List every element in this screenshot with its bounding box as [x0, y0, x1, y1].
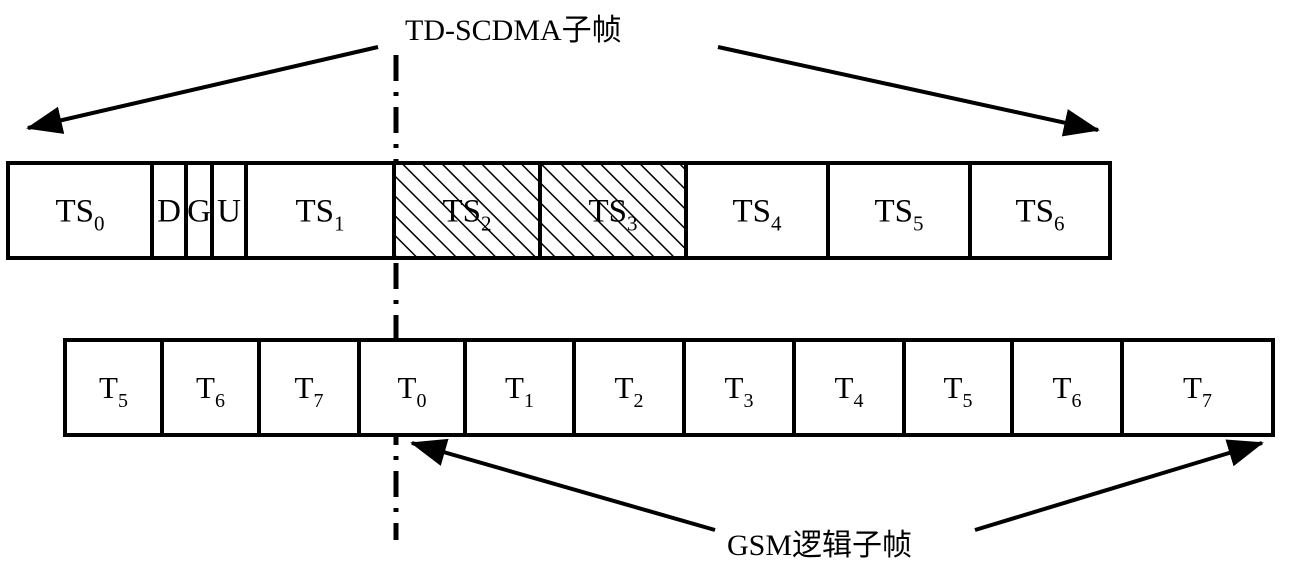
- td-scdma-timeslot-cell-label: G: [187, 194, 211, 230]
- diagram-canvas: TD-SCDMA子帧 TS0 D G U TS1 TS2 TS3 TS4 TS5 TS6 T5 T6…: [0, 0, 1294, 579]
- top-left-arrow: [26, 45, 379, 134]
- td-scdma-timeslot-cell-label: D: [157, 194, 181, 230]
- bottom-caption-label: GSM逻辑子帧: [727, 529, 912, 562]
- bottom-left-arrow: [410, 438, 716, 532]
- top-right-arrow: [717, 45, 1100, 137]
- frame-structure-diagram: TD-SCDMA子帧 TS0 D G U TS1 TS2 TS3 TS4 TS5 TS6 T5 T6…: [6, 14, 1275, 562]
- gsm-logical-subframe-row: T5 T6 T7 T0 T1 T2 T3 T4 T5 T6 T7: [63, 338, 1275, 437]
- td-scdma-timeslot-cell-label: U: [217, 194, 241, 230]
- top-caption-label: TD-SCDMA子帧: [405, 14, 622, 47]
- td-scdma-subframe-row: TS0 D G U TS1 TS2 TS3 TS4 TS5 TS6: [6, 161, 1112, 260]
- bottom-right-arrow: [974, 439, 1264, 532]
